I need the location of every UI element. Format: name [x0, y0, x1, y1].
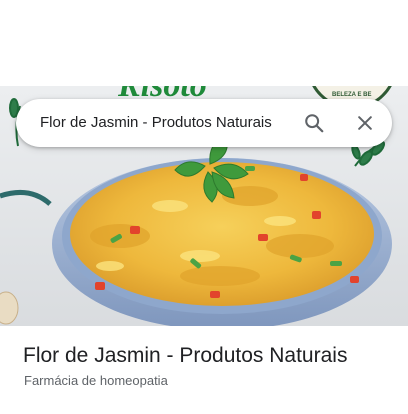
place-category: Farmácia de homeopatia: [24, 373, 168, 388]
seal-text: BELEZA E BE: [332, 92, 371, 98]
search-bar[interactable]: Flor de Jasmin - Produtos Naturais: [16, 99, 392, 147]
place-info-panel: Flor de Jasmin - Produtos Naturais Farmá…: [0, 326, 408, 414]
search-input[interactable]: Flor de Jasmin - Produtos Naturais: [40, 99, 272, 147]
search-button[interactable]: [299, 108, 329, 138]
top-blank-area: [0, 0, 408, 86]
clear-search-button[interactable]: [350, 108, 380, 138]
search-icon: [305, 114, 324, 133]
close-icon: [358, 116, 372, 130]
place-title[interactable]: Flor de Jasmin - Produtos Naturais: [23, 344, 347, 368]
